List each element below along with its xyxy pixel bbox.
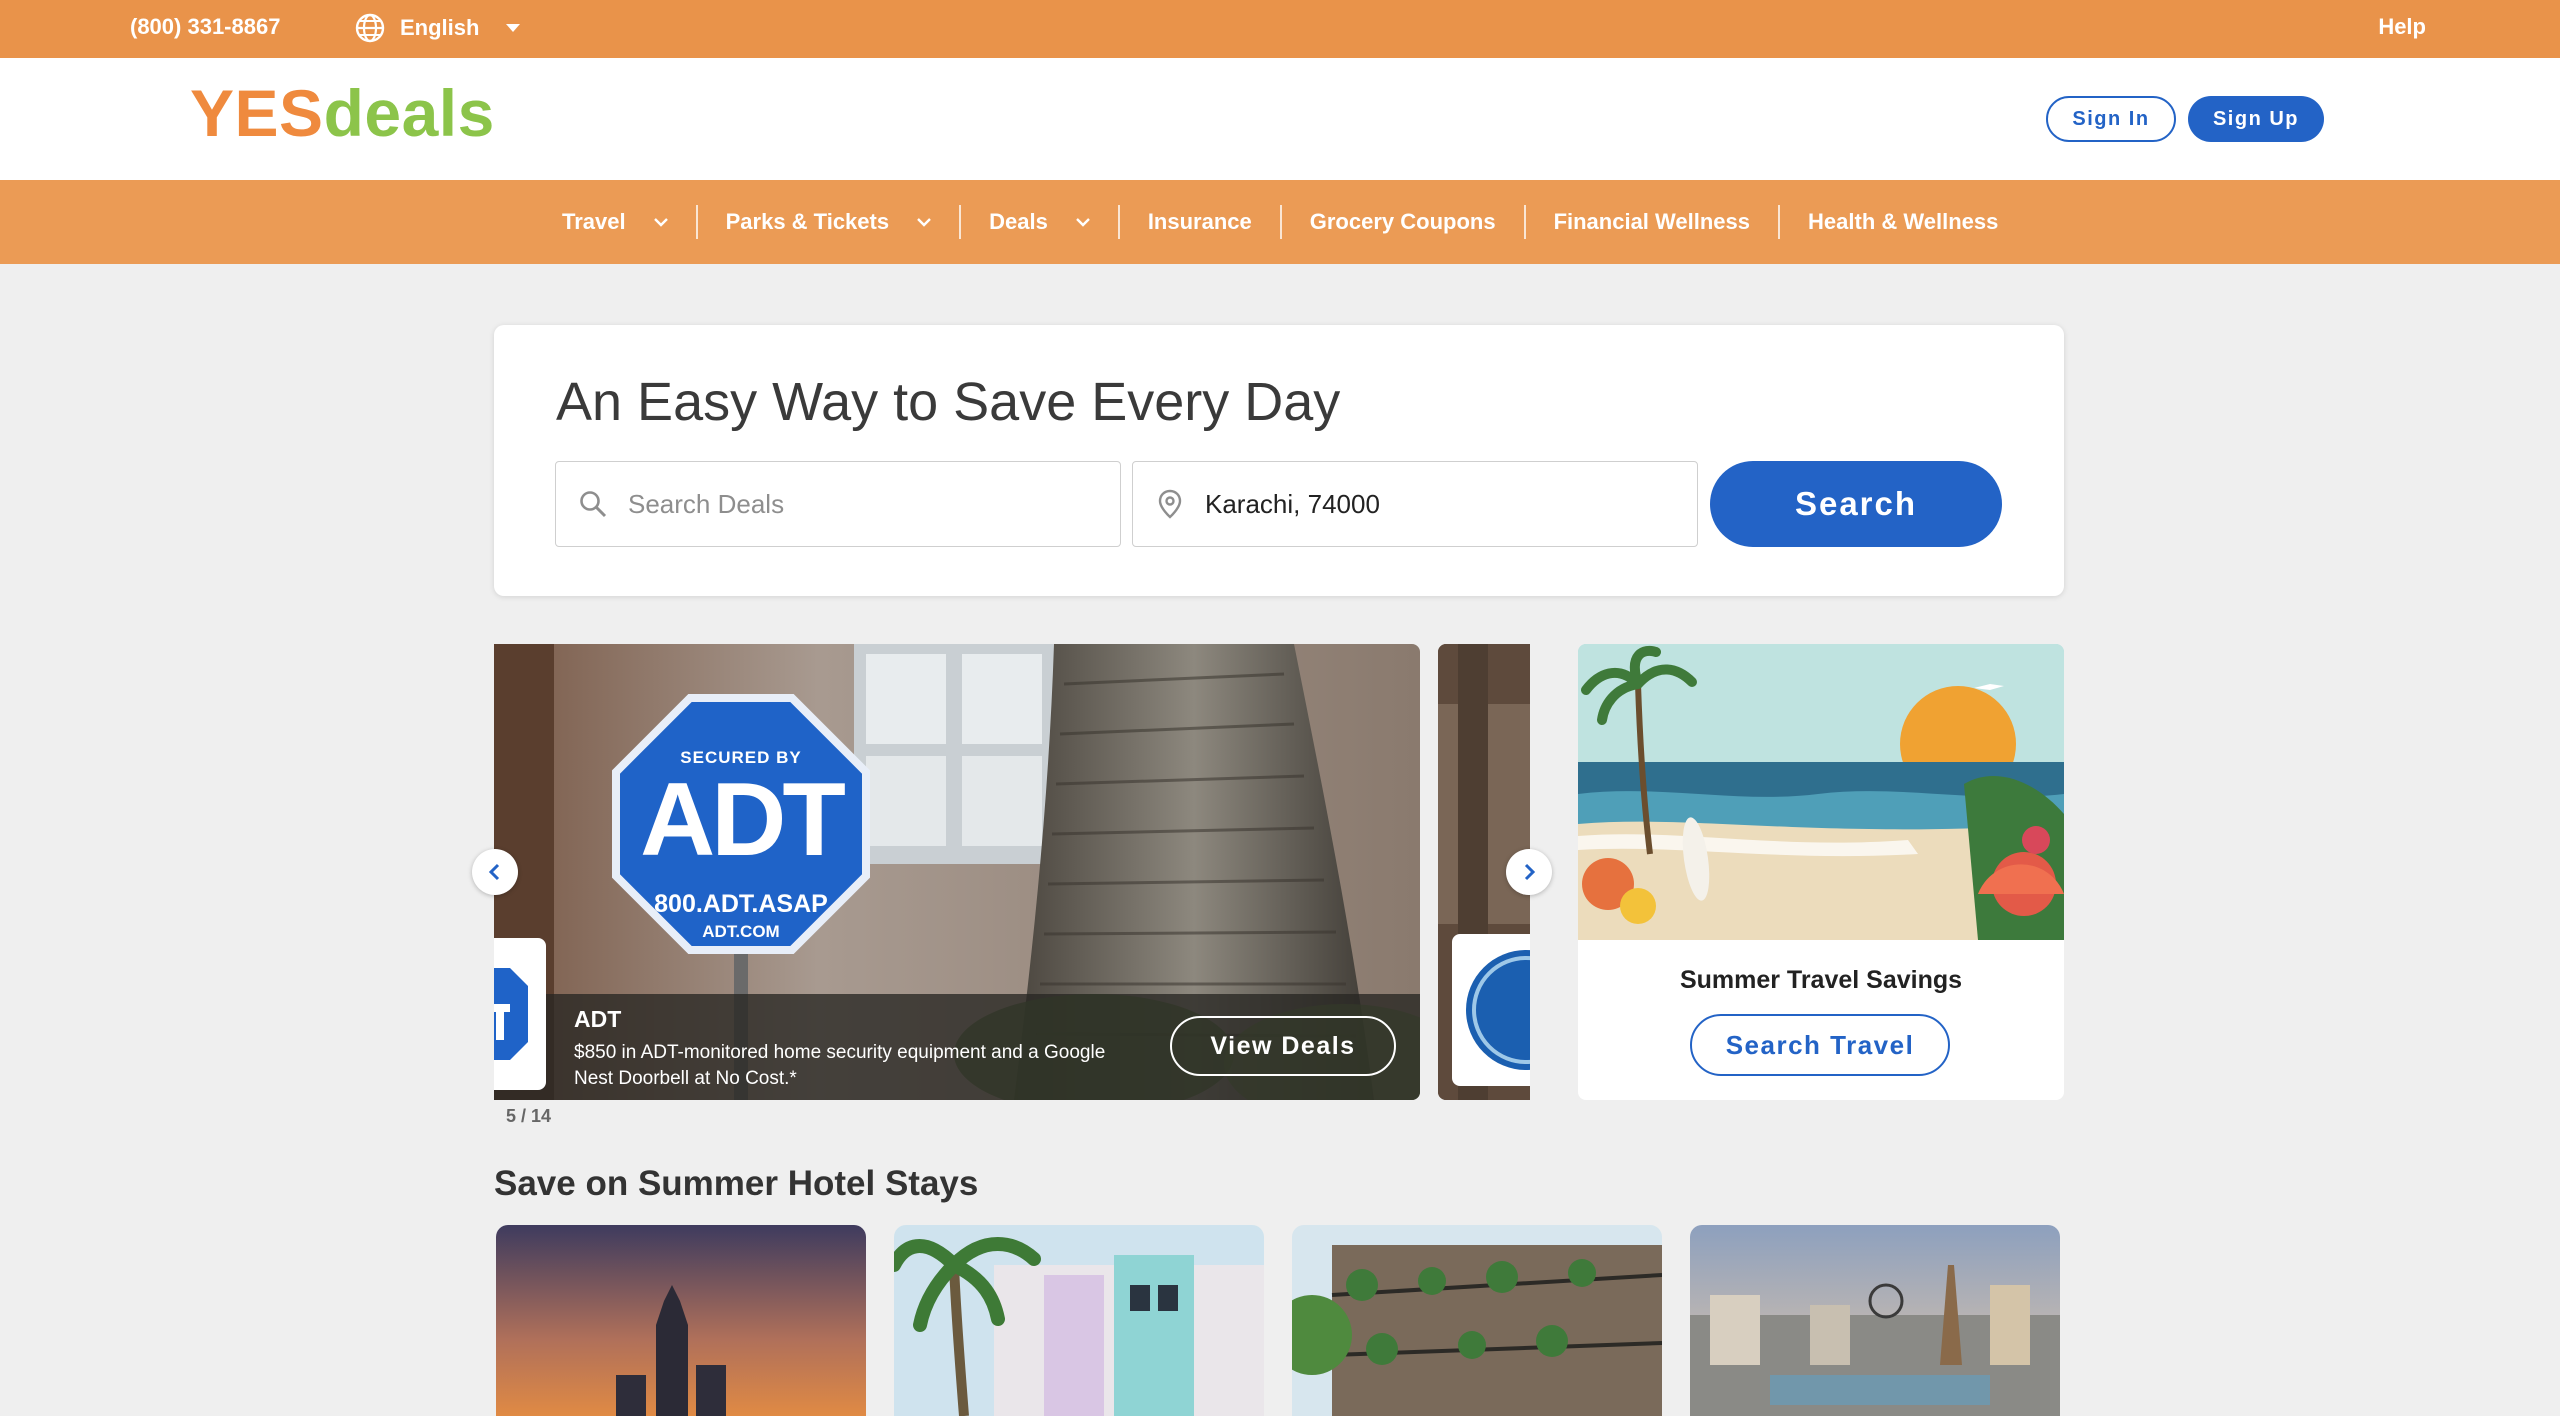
next-slide-logo-tile [1452,934,1530,1086]
yesdeals-logo[interactable]: YESdeals [190,80,495,146]
adt-sign-web: ADT.COM [702,922,780,941]
sign-in-button[interactable]: Sign In [2046,96,2176,142]
slide-title: ADT [574,1006,622,1032]
hotel-card[interactable] [894,1225,1264,1416]
adt-sign-phone: 800.ADT.ASAP [654,890,828,918]
nav-item-parks-tickets[interactable]: Parks & Tickets [698,205,962,239]
main-nav: Travel Parks & Tickets Deals Insurance G… [0,180,2560,264]
location-input[interactable]: Karachi, 74000 [1132,461,1698,547]
nav-item-grocery-coupons[interactable]: Grocery Coupons [1282,205,1526,239]
fitness-logo-icon [1466,950,1530,1070]
hotel-card[interactable] [496,1225,866,1416]
hero-title: An Easy Way to Save Every Day [556,372,1341,432]
search-icon [580,491,607,518]
slide-description: $850 in ADT-monitored home security equi… [574,1042,1106,1089]
search-travel-button[interactable]: Search Travel [1690,1014,1950,1076]
nav-item-insurance[interactable]: Insurance [1120,205,1282,239]
chevron-down-icon [653,217,668,227]
nav-item-health-wellness[interactable]: Health & Wellness [1780,205,2026,239]
hotel-card[interactable] [1690,1225,2060,1416]
carousel-prev-button[interactable] [472,849,518,895]
search-button[interactable]: Search [1710,461,2002,547]
hotels-section-title: Save on Summer Hotel Stays [494,1164,979,1203]
phone-number[interactable]: (800) 331-8867 [130,14,280,40]
chevron-left-icon [488,863,500,881]
help-link[interactable]: Help [2378,14,2426,40]
carousel-slide-adt[interactable]: SECURED BY ADT 800.ADT.ASAP ADT.COM ADT … [494,644,1420,1100]
adt-logo-tile [494,938,546,1090]
nav-item-financial-wellness[interactable]: Financial Wellness [1526,205,1781,239]
chevron-down-icon [506,24,521,32]
adt-logo-icon [494,968,528,1060]
chevron-right-icon [1524,863,1536,881]
view-deals-button[interactable]: View Deals [1170,1016,1396,1076]
hotel-image-balconies [1292,1225,1662,1416]
hotel-image-skyline [496,1225,866,1416]
nav-item-travel[interactable]: Travel [534,205,698,239]
chevron-down-icon [1075,217,1090,227]
slide-caption: ADT $850 in ADT-monitored home security … [494,938,1420,1100]
top-bar: (800) 331-8867 English Help [0,0,2560,58]
location-pin-icon [1158,489,1182,519]
globe-icon [355,13,385,43]
hotel-card[interactable] [1292,1225,1662,1416]
hotel-image-palm-building [894,1225,1264,1416]
location-value: Karachi, 74000 [1205,488,1380,519]
carousel-next-button[interactable] [1506,849,1552,895]
search-card: An Easy Way to Save Every Day Search Dea… [494,325,2064,596]
search-placeholder: Search Deals [628,488,785,519]
language-label: English [400,15,480,40]
chevron-down-icon [917,217,931,227]
nav-item-deals[interactable]: Deals [961,205,1120,239]
hotel-image-strip [1690,1225,2060,1416]
deals-carousel: SECURED BY ADT 800.ADT.ASAP ADT.COM ADT … [494,644,1530,1100]
summer-travel-card: Summer Travel Savings Search Travel [1578,644,2064,1100]
adt-sign-brand: ADT [640,762,846,878]
language-selector[interactable]: English [354,12,521,44]
beach-illustration [1578,644,2064,940]
promo-title: Summer Travel Savings [1679,966,1963,994]
site-header: YESdeals Sign In Sign Up [0,58,2560,180]
sign-up-button[interactable]: Sign Up [2188,96,2324,142]
search-deals-input[interactable]: Search Deals [555,461,1121,547]
carousel-counter: 5 / 14 [506,1106,552,1126]
